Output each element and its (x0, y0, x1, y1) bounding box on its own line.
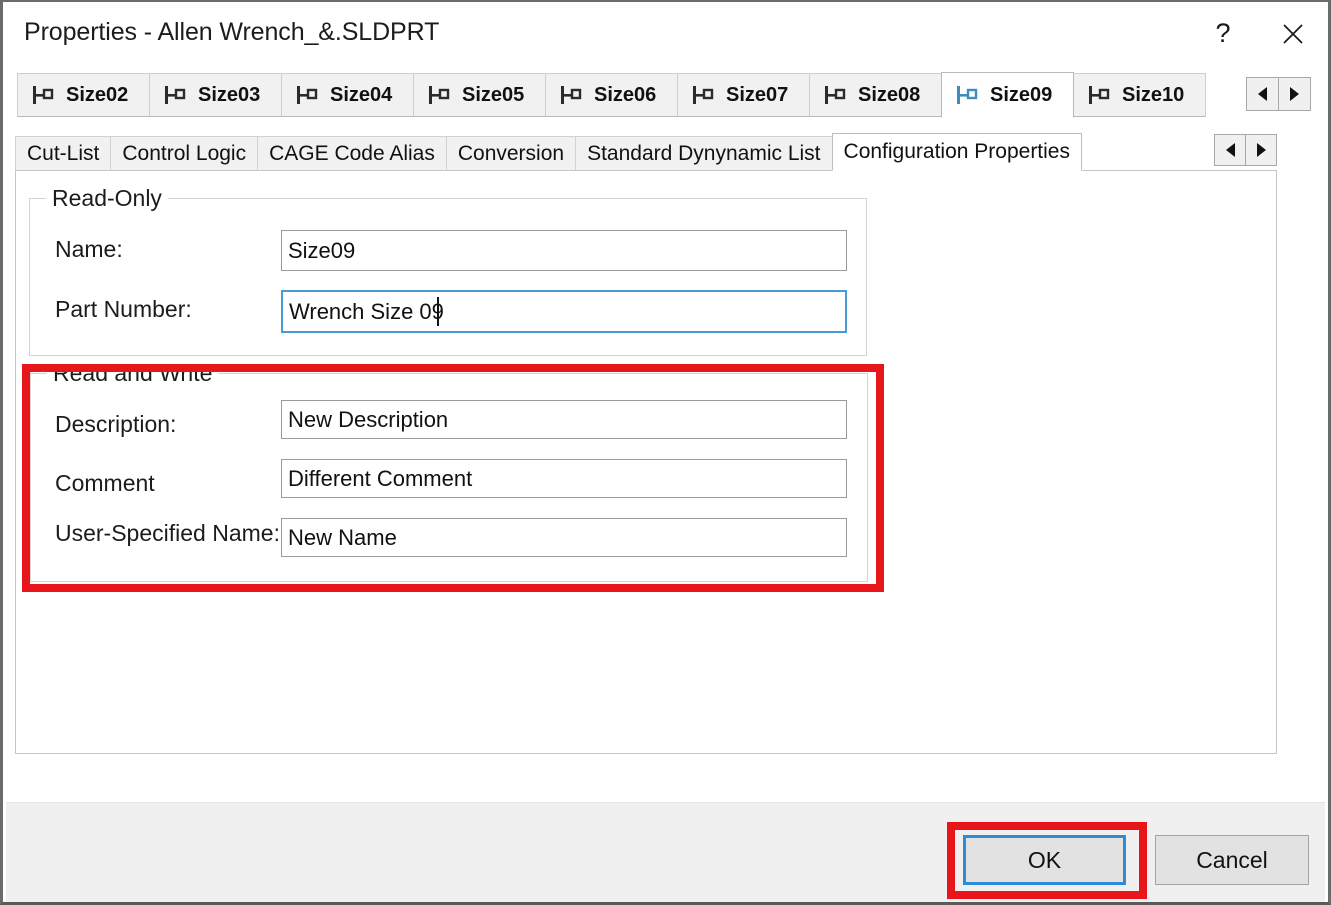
triangle-left-icon (1225, 143, 1235, 157)
configuration-tab-label: Size08 (858, 83, 921, 106)
cancel-button[interactable]: Cancel (1155, 835, 1309, 885)
name-input[interactable] (281, 230, 847, 271)
part-number-input[interactable] (281, 290, 847, 333)
configuration-icon (825, 86, 846, 104)
close-icon (1283, 23, 1303, 44)
window-title: Properties - Allen Wrench_&.SLDPRT (24, 18, 440, 46)
triangle-right-icon (1290, 87, 1299, 101)
property-tab-cut-list[interactable]: Cut-List (15, 136, 112, 171)
user-specified-name-label: User-Specified Name: (55, 520, 280, 546)
comment-label: Comment (55, 470, 155, 496)
configuration-icon (165, 86, 186, 104)
configuration-tab-size07[interactable]: Size07 (677, 73, 810, 117)
property-tab-conversion[interactable]: Conversion (445, 136, 577, 171)
configuration-icon (429, 86, 450, 104)
triangle-right-icon (1256, 143, 1266, 157)
configuration-tab-label: Size09 (990, 83, 1053, 106)
configuration-icon (1089, 86, 1110, 104)
title-bar: Properties - Allen Wrench_&.SLDPRT ? (3, 2, 1328, 65)
read-only-group-legend: Read-Only (46, 185, 168, 212)
configuration-icon (33, 86, 54, 104)
configuration-tab-size06[interactable]: Size06 (545, 73, 678, 117)
properties-dialog-window: Properties - Allen Wrench_&.SLDPRT ? Siz… (0, 0, 1331, 905)
help-button[interactable]: ? (1188, 2, 1258, 65)
property-tab-scroll-left-button[interactable] (1214, 134, 1246, 166)
question-mark-icon: ? (1215, 18, 1231, 48)
configuration-tab-bar: Size02 Size03 Size04 Size05 Size06 Size07 Size… (17, 72, 1311, 119)
property-tab-configuration-properties[interactable]: Configuration Properties (831, 133, 1082, 171)
configuration-tab-label: Size02 (66, 83, 129, 106)
text-caret (437, 297, 439, 326)
configuration-tab-label: Size06 (594, 83, 657, 106)
configuration-tab-size03[interactable]: Size03 (149, 73, 282, 117)
name-label: Name: (55, 236, 123, 262)
configuration-tab-label: Size07 (726, 83, 789, 106)
configuration-tab-size02[interactable]: Size02 (17, 73, 150, 117)
close-button[interactable] (1258, 2, 1328, 65)
configuration-icon (693, 86, 714, 104)
configuration-tab-scroll-left-button[interactable] (1246, 77, 1279, 111)
configuration-icon (957, 86, 978, 104)
configuration-tab-size04[interactable]: Size04 (281, 73, 414, 117)
description-input[interactable] (281, 400, 847, 439)
property-tab-standard-dynynamic-list[interactable]: Standard Dynynamic List (575, 136, 833, 171)
part-number-label: Part Number: (55, 296, 192, 322)
configuration-tab-size08[interactable]: Size08 (809, 73, 942, 117)
configuration-tab-size09[interactable]: Size09 (941, 72, 1074, 118)
dialog-footer (6, 802, 1325, 902)
comment-input[interactable] (281, 459, 847, 498)
property-tab-scroll-buttons (1214, 134, 1277, 166)
configuration-tab-size10[interactable]: Size10 (1073, 73, 1206, 117)
configuration-tab-label: Size05 (462, 83, 525, 106)
window-controls: ? (1188, 2, 1328, 65)
ok-button[interactable]: OK (963, 835, 1126, 885)
triangle-left-icon (1258, 87, 1267, 101)
property-tab-control-logic[interactable]: Control Logic (110, 136, 259, 171)
configuration-tab-scroll-buttons (1246, 77, 1311, 111)
read-and-write-group-legend: Read and Write (47, 360, 219, 387)
configuration-tab-scroll-right-button[interactable] (1278, 77, 1311, 111)
property-tab-cage-code-alias[interactable]: CAGE Code Alias (257, 136, 447, 171)
configuration-tab-label: Size03 (198, 83, 261, 106)
property-tab-bar: Cut-List Control Logic CAGE Code Alias Conv… (15, 133, 1277, 171)
configuration-tab-label: Size10 (1122, 83, 1185, 106)
configuration-icon (297, 86, 318, 104)
configuration-tab-size05[interactable]: Size05 (413, 73, 546, 117)
configuration-tab-label: Size04 (330, 83, 393, 106)
configuration-tab-strip: Size02 Size03 Size04 Size05 Size06 Size07 Size… (17, 72, 1206, 118)
description-label: Description: (55, 411, 177, 437)
configuration-icon (561, 86, 582, 104)
user-specified-name-input[interactable] (281, 518, 847, 557)
property-tab-scroll-right-button[interactable] (1245, 134, 1277, 166)
property-tab-strip: Cut-List Control Logic CAGE Code Alias Conv… (15, 133, 1082, 171)
